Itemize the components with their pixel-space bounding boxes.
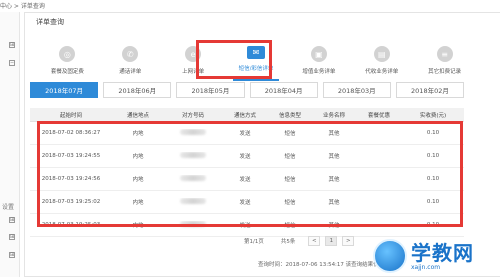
- breadcrumb: 中心 > 详单查询: [0, 3, 45, 10]
- column-header: 实收费(元): [419, 112, 447, 119]
- service-tab-label: 其它扣费记录: [428, 69, 462, 75]
- watermark: 学教网 xajjn.com: [373, 238, 497, 274]
- month-tab[interactable]: 2018年03月: [322, 82, 391, 98]
- month-selector: 2018年07月 2018年06月 2018年05月 2018年04月 2018年03月…: [30, 82, 465, 98]
- column-header: 套餐优惠: [367, 112, 390, 119]
- highlight-box: [37, 121, 463, 227]
- service-tab[interactable]: ◎ 套餐及固定费: [36, 43, 99, 87]
- sidebar-item-settings[interactable]: 设置: [2, 202, 14, 211]
- expand-icon[interactable]: ⊞: [9, 234, 15, 240]
- bag-icon: ▣: [310, 46, 327, 62]
- service-tab[interactable]: ✆ 通话详单: [99, 43, 162, 87]
- panel-title: 详单查询: [36, 18, 64, 26]
- column-header: 信息类型: [278, 112, 301, 119]
- circle-icon: ◎: [59, 46, 76, 62]
- highlight-box: [196, 40, 272, 79]
- pagination: 第1/1页 共5条 < 1 >: [244, 236, 355, 246]
- page-info: 第1/1页: [244, 239, 264, 245]
- next-page-button[interactable]: >: [342, 236, 355, 246]
- watermark-url: xajjn.com: [411, 263, 441, 271]
- collapse-icon[interactable]: −: [9, 60, 15, 66]
- expand-icon[interactable]: ⊞: [9, 217, 15, 223]
- card-icon: ▤: [373, 46, 390, 62]
- service-tab-label: 代收业务详单: [365, 69, 399, 75]
- service-tab[interactable]: ▣ 增值业务详单: [287, 43, 350, 87]
- column-header: 对方号码: [181, 112, 204, 119]
- column-header: 通信方式: [233, 112, 256, 119]
- service-tab-label: 通话详单: [119, 69, 142, 75]
- month-tab[interactable]: 2018年07月: [30, 82, 99, 98]
- service-tab-label: 套餐及固定费: [50, 69, 84, 75]
- month-tab[interactable]: 2018年02月: [395, 82, 465, 98]
- page-number-button[interactable]: 1: [325, 236, 338, 246]
- service-tab[interactable]: ≡ 其它扣费记录: [413, 43, 476, 87]
- receipt-icon: ≡: [436, 46, 453, 62]
- prev-page-button[interactable]: <: [308, 236, 321, 246]
- service-tab-label: 增值业务详单: [302, 69, 336, 75]
- month-tab[interactable]: 2018年05月: [176, 82, 245, 98]
- record-count: 共5条: [280, 239, 296, 245]
- expand-icon[interactable]: ⊞: [9, 42, 15, 48]
- left-sidebar: ⊞ − 设置 ⊞ ⊞ ⊞: [0, 12, 20, 277]
- column-header: 通信地点: [126, 112, 149, 119]
- phone-icon: ✆: [122, 46, 139, 62]
- shark-logo-icon: [373, 239, 407, 273]
- active-tab-underline: [232, 79, 280, 81]
- expand-icon[interactable]: ⊞: [9, 252, 15, 258]
- column-header: 业务名称: [322, 112, 345, 119]
- month-tab[interactable]: 2018年06月: [103, 82, 172, 98]
- watermark-title: 学教网: [411, 240, 474, 265]
- table-header: 起始时间 通信地点 对方号码 通信方式 信息类型 业务名称 套餐优惠 实收费(元): [30, 108, 464, 122]
- column-header: 起始时间: [59, 112, 82, 119]
- month-tab[interactable]: 2018年04月: [249, 82, 318, 98]
- service-tab[interactable]: ▤ 代收业务详单: [350, 43, 413, 87]
